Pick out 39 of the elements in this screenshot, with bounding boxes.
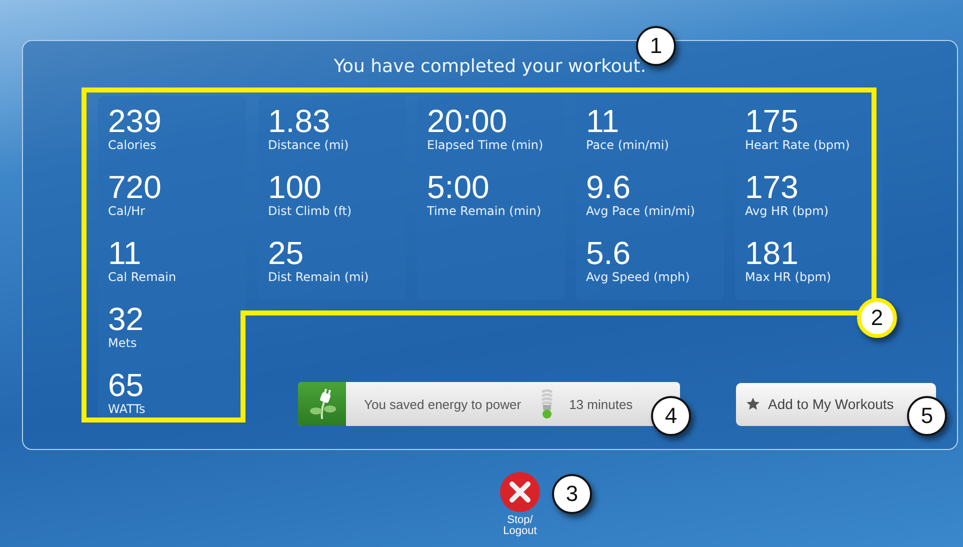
stat-value: 11 <box>108 236 142 270</box>
stat-label: Avg Pace (min/mi) <box>586 204 696 219</box>
stat-value: 100 <box>268 170 322 204</box>
callout-number: 2 <box>857 298 897 338</box>
stat-label: Dist Remain (mi) <box>268 270 370 285</box>
energy-message: You saved energy to power <box>364 396 522 412</box>
stat-label: WATTs <box>108 402 146 417</box>
stat-label: Distance (mi) <box>268 138 350 153</box>
stat-label: Dist Climb (ft) <box>268 204 353 219</box>
stat-value: 181 <box>745 236 800 270</box>
callout-number: 5 <box>907 396 947 436</box>
stat-value: 720 <box>108 170 162 204</box>
stat-value: 20:00 <box>427 104 508 138</box>
stat-label: Calories <box>108 138 158 153</box>
stat-value: 173 <box>745 170 800 204</box>
stat-label: Avg Speed (mph) <box>586 270 691 285</box>
stat-value: 32 <box>108 302 145 336</box>
stat-label: Heart Rate (bpm) <box>745 138 851 153</box>
stat-value: 25 <box>268 236 305 270</box>
stat-label: Time Remain (min) <box>427 204 542 219</box>
stat-label: Cal/Hr <box>108 204 146 219</box>
stat-value: 11 <box>586 104 620 138</box>
stat-label: Avg HR (bpm) <box>745 204 830 219</box>
stat-value: 5:00 <box>427 170 490 204</box>
stat-label: Mets <box>108 336 138 351</box>
stat-value: 65 <box>108 368 145 402</box>
stat-label: Cal Remain <box>108 270 178 285</box>
stat-label: Max HR (bpm) <box>745 270 832 285</box>
callout-number: 4 <box>651 396 691 436</box>
stat-label: Elapsed Time (min) <box>427 138 544 153</box>
stat-label: Pace (min/mi) <box>586 138 670 153</box>
stat-value: 175 <box>745 104 800 138</box>
stat-value: 9.6 <box>586 170 632 204</box>
stop-logout-button[interactable]: Stop/ Logout <box>490 471 550 537</box>
energy-amount: 13 minutes <box>569 396 633 412</box>
callout-number: 3 <box>552 474 592 514</box>
stat-value: 239 <box>108 104 162 138</box>
stat-value: 1.83 <box>268 104 332 138</box>
stat-value: 5.6 <box>586 236 632 270</box>
